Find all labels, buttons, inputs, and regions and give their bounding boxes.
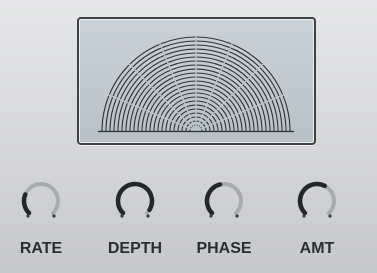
- knob-end-dot: [146, 214, 150, 218]
- effect-panel: RATE DEPTH PHASE AMT: [0, 0, 377, 273]
- depth-knob-dial[interactable]: [112, 178, 158, 224]
- knob-end-dot: [302, 214, 306, 218]
- knob-end-dot: [209, 214, 213, 218]
- amt-label: AMT: [299, 240, 335, 257]
- knob-value-arc: [21, 192, 32, 216]
- knob-end-dot: [26, 214, 30, 218]
- amt-knob-dial[interactable]: [294, 178, 340, 224]
- rate-knob-dial[interactable]: [18, 178, 64, 224]
- rate-label: RATE: [19, 240, 63, 257]
- knob-end-dot: [120, 214, 124, 218]
- depth-knob[interactable]: [112, 178, 158, 224]
- knob-value-arc: [204, 182, 223, 216]
- rate-knob[interactable]: [18, 178, 64, 224]
- knob-value-arc: [115, 181, 155, 216]
- amt-knob[interactable]: [294, 178, 340, 224]
- knob-end-dot: [328, 214, 332, 218]
- semicircle-rings: [98, 35, 294, 133]
- depth-label: DEPTH: [107, 240, 163, 257]
- phase-label: PHASE: [196, 240, 252, 257]
- waveform-display: [77, 17, 316, 145]
- phase-knob-dial[interactable]: [201, 178, 247, 224]
- knob-end-dot: [235, 214, 239, 218]
- knob-end-dot: [52, 214, 56, 218]
- knob-value-arc: [297, 181, 327, 216]
- concentric-semicircle-waveform-icon: [98, 35, 294, 133]
- phase-knob[interactable]: [201, 178, 247, 224]
- knob-track: [22, 182, 60, 216]
